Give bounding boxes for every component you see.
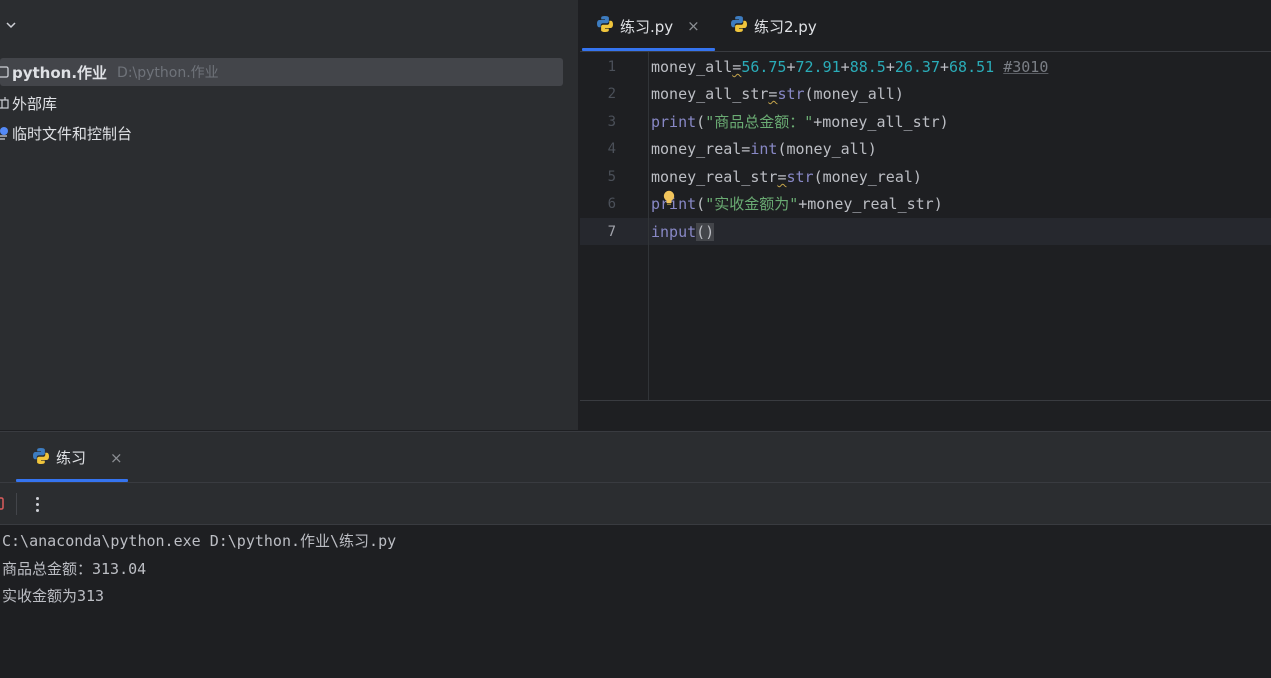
gutter-separator xyxy=(648,52,649,400)
tree-item-label: python.作业 xyxy=(12,63,108,82)
tab-lianxi2-py[interactable]: 练习2.py xyxy=(730,0,817,52)
folder-icon xyxy=(0,65,10,79)
tree-item-path: D:\python.作业 xyxy=(117,65,219,81)
code-line-1[interactable]: money_all=56.75+72.91+88.5+26.37+68.51 #… xyxy=(651,56,1048,78)
run-tool-window: 练习 × C:\anaconda\python.exe D:\python.作业… xyxy=(0,431,1271,678)
console-line: C:\anaconda\python.exe D:\python.作业\练习.p… xyxy=(2,532,397,550)
line-number: 4 xyxy=(607,141,616,157)
code-line-5[interactable]: money_real_str=str(money_real) xyxy=(651,166,922,188)
code-line-4[interactable]: money_real=int(money_all) xyxy=(651,138,877,160)
console-line: 商品总金额：313.04 xyxy=(2,560,147,578)
close-icon[interactable]: × xyxy=(110,449,123,467)
more-options-icon[interactable] xyxy=(28,493,46,515)
chevron-down-icon[interactable] xyxy=(4,18,18,32)
code-line-7[interactable]: input() xyxy=(651,221,715,243)
code-comment: #3010 xyxy=(1003,58,1049,76)
ide-window: python.作业 D:\python.作业 外部库 临时文件和控制台 练习.p… xyxy=(0,0,1271,678)
code-line-6[interactable]: print("实收金额为"+money_real_str) xyxy=(651,193,943,215)
code-line-3[interactable]: print("商品总金额："+money_all_str) xyxy=(651,111,949,133)
tree-item-scratches[interactable]: 临时文件和控制台 xyxy=(0,119,563,147)
console-output[interactable]: C:\anaconda\python.exe D:\python.作业\练习.p… xyxy=(0,525,1271,678)
tree-item-label: 临时文件和控制台 xyxy=(12,124,133,143)
tree-item-external-libraries[interactable]: 外部库 xyxy=(0,89,563,117)
run-tab-label: 练习 xyxy=(56,449,87,467)
lightbulb-icon[interactable] xyxy=(663,190,675,206)
line-number: 1 xyxy=(607,59,616,75)
tab-label: 练习2.py xyxy=(754,17,817,36)
project-panel-header xyxy=(0,0,578,52)
line-number: 5 xyxy=(607,169,616,185)
python-file-icon xyxy=(32,447,50,469)
line-number: 3 xyxy=(607,114,616,130)
editor-bottom-bar xyxy=(580,400,1271,430)
tab-label: 练习.py xyxy=(620,17,674,36)
code-line-2[interactable]: money_all_str=str(money_all) xyxy=(651,83,904,105)
python-file-icon xyxy=(730,15,748,37)
line-number-gutter: 1 2 3 4 5 6 7 xyxy=(580,52,648,400)
run-tab-bar: 练习 × xyxy=(0,432,1271,483)
python-file-icon xyxy=(596,15,614,37)
toolbar-separator xyxy=(16,493,17,515)
run-tab-lianxi[interactable]: 练习 × xyxy=(32,432,123,483)
project-panel: python.作业 D:\python.作业 外部库 临时文件和控制台 xyxy=(0,0,578,430)
line-number: 6 xyxy=(607,196,616,212)
library-icon xyxy=(0,96,10,110)
line-number-current: 7 xyxy=(607,224,616,240)
close-icon[interactable]: × xyxy=(687,17,700,35)
editor-tab-bar: 练习.py × 练习2.py xyxy=(580,0,1271,52)
active-tab-indicator xyxy=(582,48,715,51)
scratches-icon xyxy=(0,126,10,140)
run-toolbar xyxy=(0,483,1271,525)
tree-item-label: 外部库 xyxy=(12,94,58,113)
console-line: 实收金额为313 xyxy=(2,587,105,605)
tree-item-project-root[interactable]: python.作业 D:\python.作业 xyxy=(0,58,563,86)
tab-lianxi-py[interactable]: 练习.py × xyxy=(596,0,700,52)
stop-icon[interactable] xyxy=(0,497,6,511)
active-tab-indicator xyxy=(16,479,128,482)
line-number: 2 xyxy=(607,86,616,102)
code-editor: 练习.py × 练习2.py 1 2 3 4 5 6 7 money_all=5… xyxy=(580,0,1271,430)
